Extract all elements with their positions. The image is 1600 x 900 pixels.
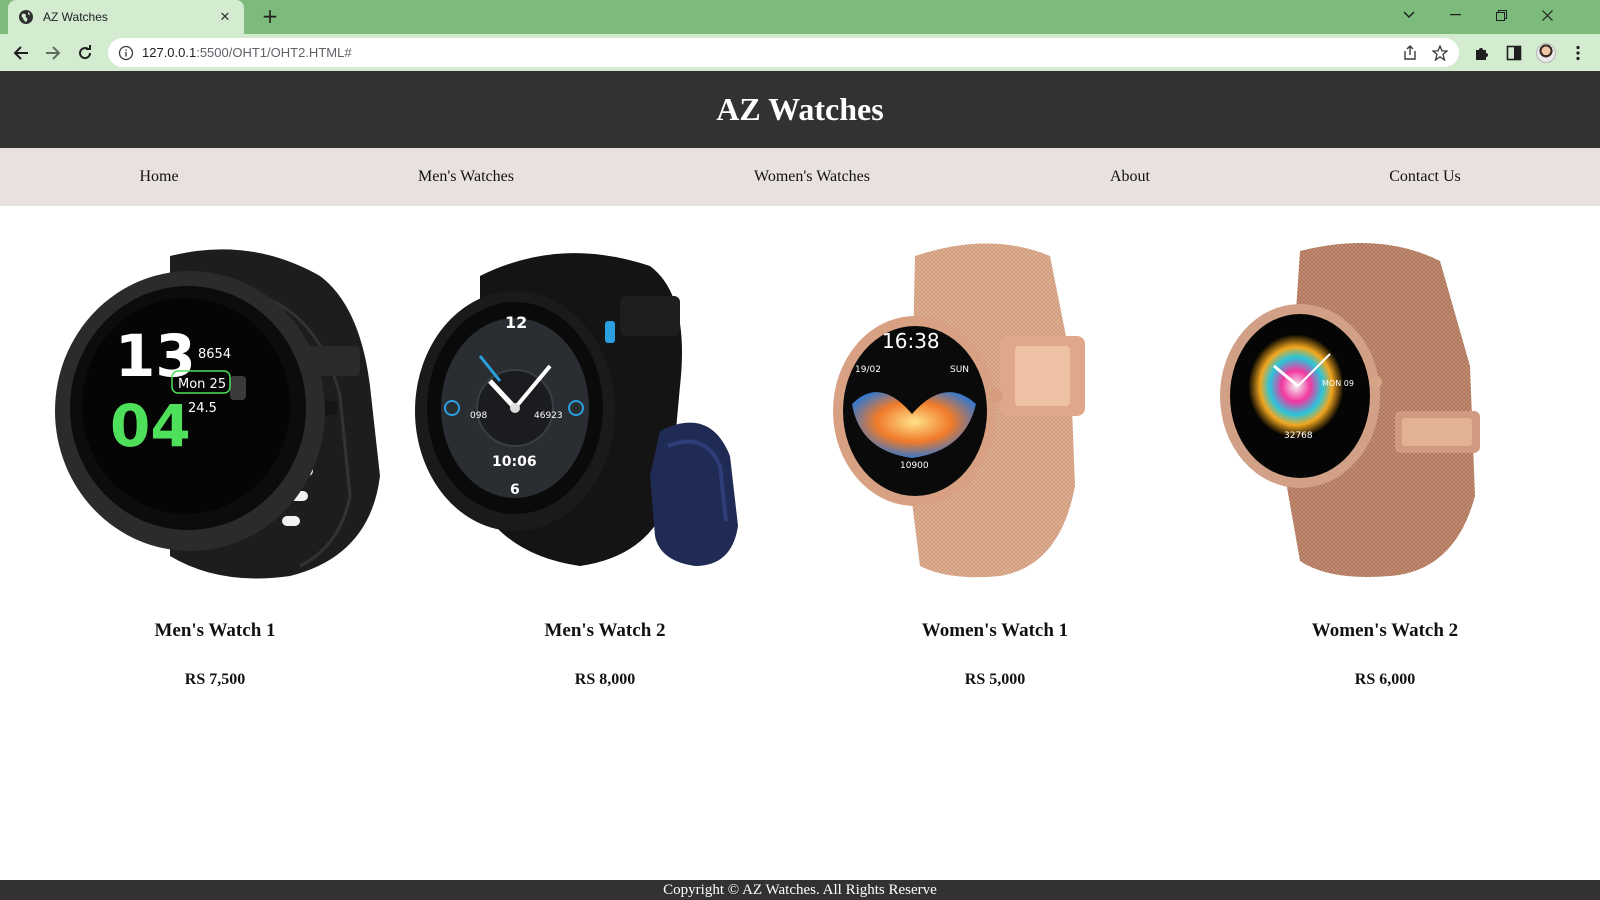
tab-title: AZ Watches	[43, 10, 108, 24]
url-text: 127.0.0.1:5500/OHT1/OHT2.HTML#	[142, 45, 1399, 60]
profile-avatar-icon[interactable]	[1534, 41, 1558, 65]
main-navigation: Home Men's Watches Women's Watches About…	[0, 148, 1600, 206]
nav-link-about[interactable]: About	[1110, 148, 1150, 206]
dial-heart-rate: 098	[470, 411, 487, 421]
new-tab-button[interactable]: +	[258, 6, 282, 28]
extensions-puzzle-icon[interactable]	[1470, 41, 1494, 65]
dial-steps: 8654	[198, 347, 231, 362]
dial-time-minutes: 04	[110, 392, 191, 460]
product-image-mens-watch-1[interactable]: 13 04 8654 Mon 25 24.5	[20, 236, 410, 586]
share-icon[interactable]	[1399, 42, 1421, 64]
site-info-icon[interactable]	[118, 45, 134, 61]
more-menu-icon[interactable]	[1566, 41, 1590, 65]
product-name[interactable]: Men's Watch 1	[20, 620, 410, 642]
site-footer: Copyright © AZ Watches. All Rights Reser…	[0, 880, 1600, 900]
product-price: RS 8,000	[574, 671, 636, 688]
product-name[interactable]: Men's Watch 2	[410, 620, 800, 642]
globe-icon	[19, 10, 33, 24]
dial-steps: 46923	[534, 411, 563, 421]
dial-day: SUN	[950, 365, 969, 375]
product-card[interactable]: MON 09 32768 Women's Watch 2 RS 6,000	[1190, 236, 1580, 696]
dial-six: 6	[510, 482, 520, 498]
browser-tab-strip: AZ Watches ✕ +	[0, 0, 1600, 34]
product-card[interactable]: 16:38 19/02 SUN 10900 Women's Watch 1 RS…	[800, 236, 1190, 696]
dial-twelve: 12	[505, 313, 527, 332]
product-price: RS 5,000	[964, 671, 1026, 688]
dial-date: Mon 25	[178, 377, 226, 392]
dial-temperature: 24.5	[188, 401, 217, 416]
restore-icon[interactable]	[1478, 0, 1524, 30]
product-image-womens-watch-1[interactable]: 16:38 19/02 SUN 10900	[800, 236, 1190, 586]
dial-steps: 10900	[900, 461, 929, 471]
forward-arrow-icon[interactable]	[40, 40, 66, 66]
dial-date: MON 09	[1322, 379, 1354, 388]
side-panel-icon[interactable]	[1502, 41, 1526, 65]
nav-link-contact-us[interactable]: Contact Us	[1389, 148, 1461, 206]
copyright-text: Copyright © AZ Watches. All Rights Reser…	[663, 882, 937, 898]
browser-toolbar: 127.0.0.1:5500/OHT1/OHT2.HTML#	[0, 34, 1600, 71]
nav-link-womens-watches[interactable]: Women's Watches	[754, 148, 870, 206]
bookmark-star-icon[interactable]	[1429, 42, 1451, 64]
dial-time: 16:38	[882, 329, 940, 353]
nav-link-mens-watches[interactable]: Men's Watches	[418, 148, 514, 206]
dial-date: 19/02	[855, 365, 881, 375]
minimize-icon[interactable]	[1432, 0, 1478, 30]
product-image-womens-watch-2[interactable]: MON 09 32768	[1190, 236, 1580, 586]
url-path: :5500/OHT1/OHT2.HTML#	[196, 45, 352, 60]
address-bar[interactable]: 127.0.0.1:5500/OHT1/OHT2.HTML#	[108, 38, 1459, 67]
reload-icon[interactable]	[72, 40, 98, 66]
product-name[interactable]: Women's Watch 1	[800, 620, 1190, 642]
tab-close-icon[interactable]: ✕	[216, 10, 234, 25]
site-title: AZ Watches	[716, 91, 884, 127]
product-card[interactable]: 13 04 8654 Mon 25 24.5 Men's Watch 1 RS …	[20, 236, 410, 696]
product-card[interactable]: 12 10:06 6 098 46923 Men's Watch 2 RS 8,…	[410, 236, 800, 696]
dial-digital-time: 10:06	[492, 454, 537, 470]
nav-link-home[interactable]: Home	[139, 148, 178, 206]
product-image-mens-watch-2[interactable]: 12 10:06 6 098 46923	[410, 236, 800, 586]
dial-steps: 32768	[1284, 431, 1313, 441]
product-name[interactable]: Women's Watch 2	[1190, 620, 1580, 642]
back-arrow-icon[interactable]	[8, 40, 34, 66]
product-price: RS 6,000	[1354, 671, 1416, 688]
url-host: 127.0.0.1	[142, 45, 197, 60]
product-price: RS 7,500	[184, 671, 246, 688]
tab-search-icon[interactable]	[1386, 0, 1432, 30]
browser-tab[interactable]: AZ Watches ✕	[8, 0, 244, 34]
site-header: AZ Watches	[0, 71, 1600, 148]
close-window-icon[interactable]	[1524, 0, 1570, 30]
